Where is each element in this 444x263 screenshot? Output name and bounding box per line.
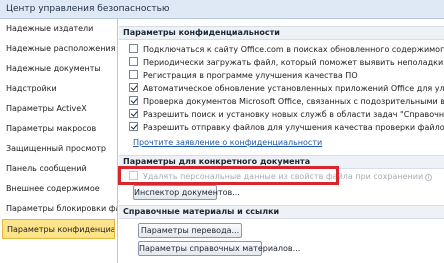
- sidebar-item-macros[interactable]: Параметры макросов: [0, 119, 117, 139]
- sidebar-item-trusted-locations[interactable]: Надежные расположения: [0, 39, 117, 59]
- privacy-option-office-com[interactable]: Подключаться к сайту Office.com в поиска…: [129, 44, 444, 56]
- checkbox[interactable]: [129, 44, 138, 53]
- sidebar-item-privacy[interactable]: Параметры конфиденциальности: [2, 219, 115, 239]
- privacy-option-ceip[interactable]: Регистрация в программе улучшения качест…: [129, 70, 358, 82]
- privacy-option-send-files[interactable]: Разрешить отправку файлов для улучшения …: [129, 122, 444, 134]
- reference-options-button[interactable]: Параметры справочных материалов...: [138, 241, 300, 256]
- document-inspector-button[interactable]: Инспектор документов...: [133, 185, 240, 200]
- privacy-statement-link[interactable]: Прочтите заявление о конфиденциальности: [133, 138, 322, 147]
- checkbox[interactable]: [129, 70, 138, 79]
- sidebar-item-message-bar[interactable]: Панель сообщений: [0, 159, 117, 179]
- checkbox-checked[interactable]: [129, 109, 138, 118]
- title-bar: Центр управления безопасностью: [0, 0, 444, 19]
- sidebar-item-trusted-documents[interactable]: Надежные документы: [0, 59, 117, 79]
- privacy-section-header: Параметры конфиденциальности: [119, 26, 444, 40]
- sidebar-item-activex[interactable]: Параметры ActiveX: [0, 99, 117, 119]
- checkbox[interactable]: [129, 57, 138, 66]
- translation-options-button[interactable]: Параметры перевода...: [138, 223, 242, 238]
- privacy-option-troubleshoot[interactable]: Периодически загружать файл, который пом…: [129, 57, 444, 69]
- sidebar-item-protected-view[interactable]: Защищенный просмотр: [0, 139, 117, 159]
- window-title: Центр управления безопасностью: [6, 4, 170, 14]
- privacy-option-research-services[interactable]: Разрешить поиск и установку новых служб …: [129, 109, 444, 121]
- checkbox-checked[interactable]: [129, 122, 138, 131]
- privacy-option-check-docs[interactable]: Проверка документов Microsoft Office, св…: [129, 96, 444, 108]
- info-icon: i: [425, 174, 433, 181]
- sidebar-item-external-content[interactable]: Внешнее содержимое: [0, 179, 117, 199]
- privacy-option-auto-update[interactable]: Автоматическое обновление установленных …: [129, 83, 444, 95]
- checkbox-checked[interactable]: [129, 83, 138, 92]
- sidebar-item-addins[interactable]: Надстройки: [0, 79, 117, 99]
- reference-section-header: Справочные материалы и ссылки: [119, 205, 444, 219]
- sidebar-item-trusted-publishers[interactable]: Надежные издатели: [0, 19, 117, 39]
- sidebar: Надежные издатели Надежные расположения …: [0, 19, 118, 263]
- sidebar-item-file-block[interactable]: Параметры блокировки файлов: [0, 199, 117, 219]
- highlight-box: [118, 166, 339, 185]
- checkbox-checked[interactable]: [129, 96, 138, 105]
- privacy-settings-panel: Параметры конфиденциальности Подключатьс…: [119, 19, 444, 263]
